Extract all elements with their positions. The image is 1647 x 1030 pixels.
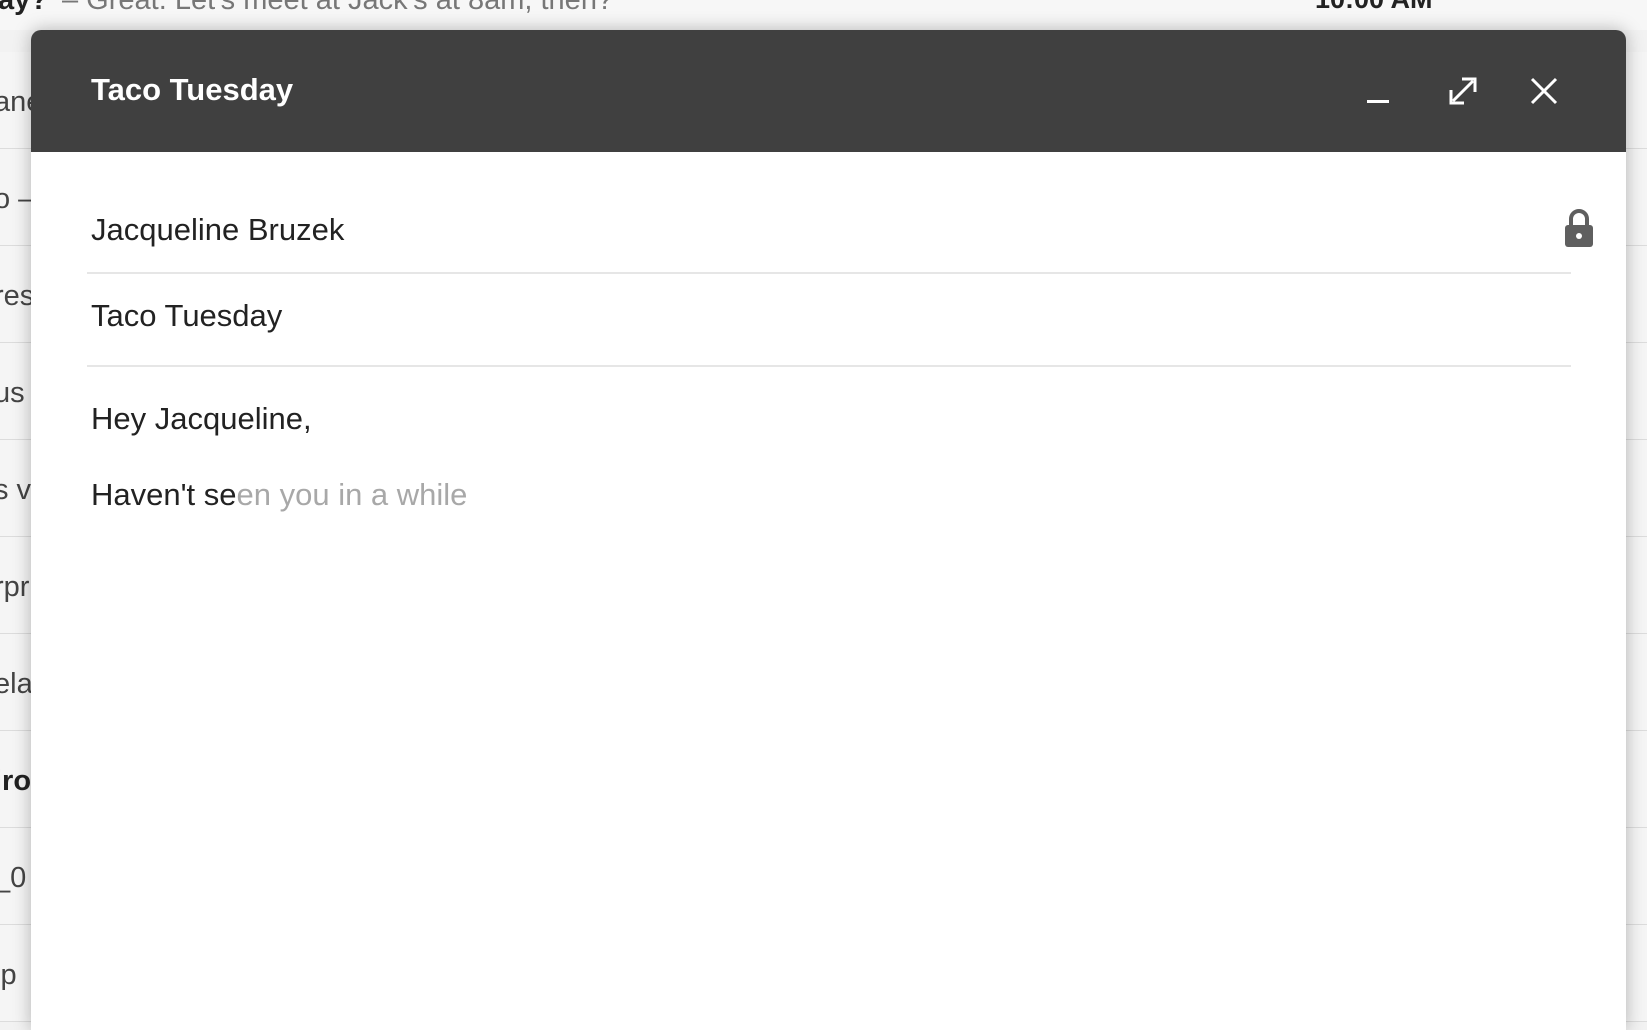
typed-text: Haven't se [91,477,237,512]
body-greeting: Hey Jacqueline, [91,401,312,436]
message-body[interactable]: Hey Jacqueline, Haven't seen you in a wh… [91,367,1571,1007]
recipient-chip[interactable]: Jacqueline Bruzek [91,212,344,248]
minimize-icon [1367,100,1389,103]
inbox-row-fragment: o – [0,183,35,215]
inbox-row-fragment: iro [0,765,32,797]
inbox-row-fragment: _0 [0,862,27,894]
inbox-row-snippet: – Great. Let's meet at Jack's at 8am, th… [62,0,614,16]
inbox-row-fragment: ela [0,668,33,700]
close-button[interactable] [1521,68,1567,114]
inbox-row-time: 10:00 AM [1315,0,1433,15]
expand-button[interactable] [1440,68,1486,114]
inbox-row-subject: ay? [0,0,48,16]
compose-title: Taco Tuesday [91,72,294,107]
compose-window: Taco Tuesday Jacqueline Bruzek Taco Tues… [31,30,1626,1030]
smart-compose-suggestion[interactable]: en you in a while [237,477,468,512]
close-icon [1530,77,1558,105]
inbox-row-top[interactable]: ay? – Great. Let's meet at Jack's at 8am… [0,0,1647,30]
inbox-row-fragment: us [0,377,25,409]
to-field[interactable]: Jacqueline Bruzek [87,152,1593,274]
expand-icon [1449,77,1477,105]
lock-icon [1565,209,1593,247]
body-line-with-suggestion: Haven't seen you in a while [91,477,467,513]
screen: ay? – Great. Let's meet at Jack's at 8am… [0,0,1647,1030]
minimize-button[interactable] [1355,68,1401,114]
subject-text: Taco Tuesday [91,298,283,333]
subject-field[interactable]: Taco Tuesday [87,274,1571,367]
inbox-row-fragment: s v [0,474,32,506]
compose-header[interactable]: Taco Tuesday [31,30,1626,152]
inbox-row-fragment: rpr [0,571,30,603]
inbox-row-fragment: res [0,280,35,312]
inbox-row-fragment: ip [0,959,17,991]
